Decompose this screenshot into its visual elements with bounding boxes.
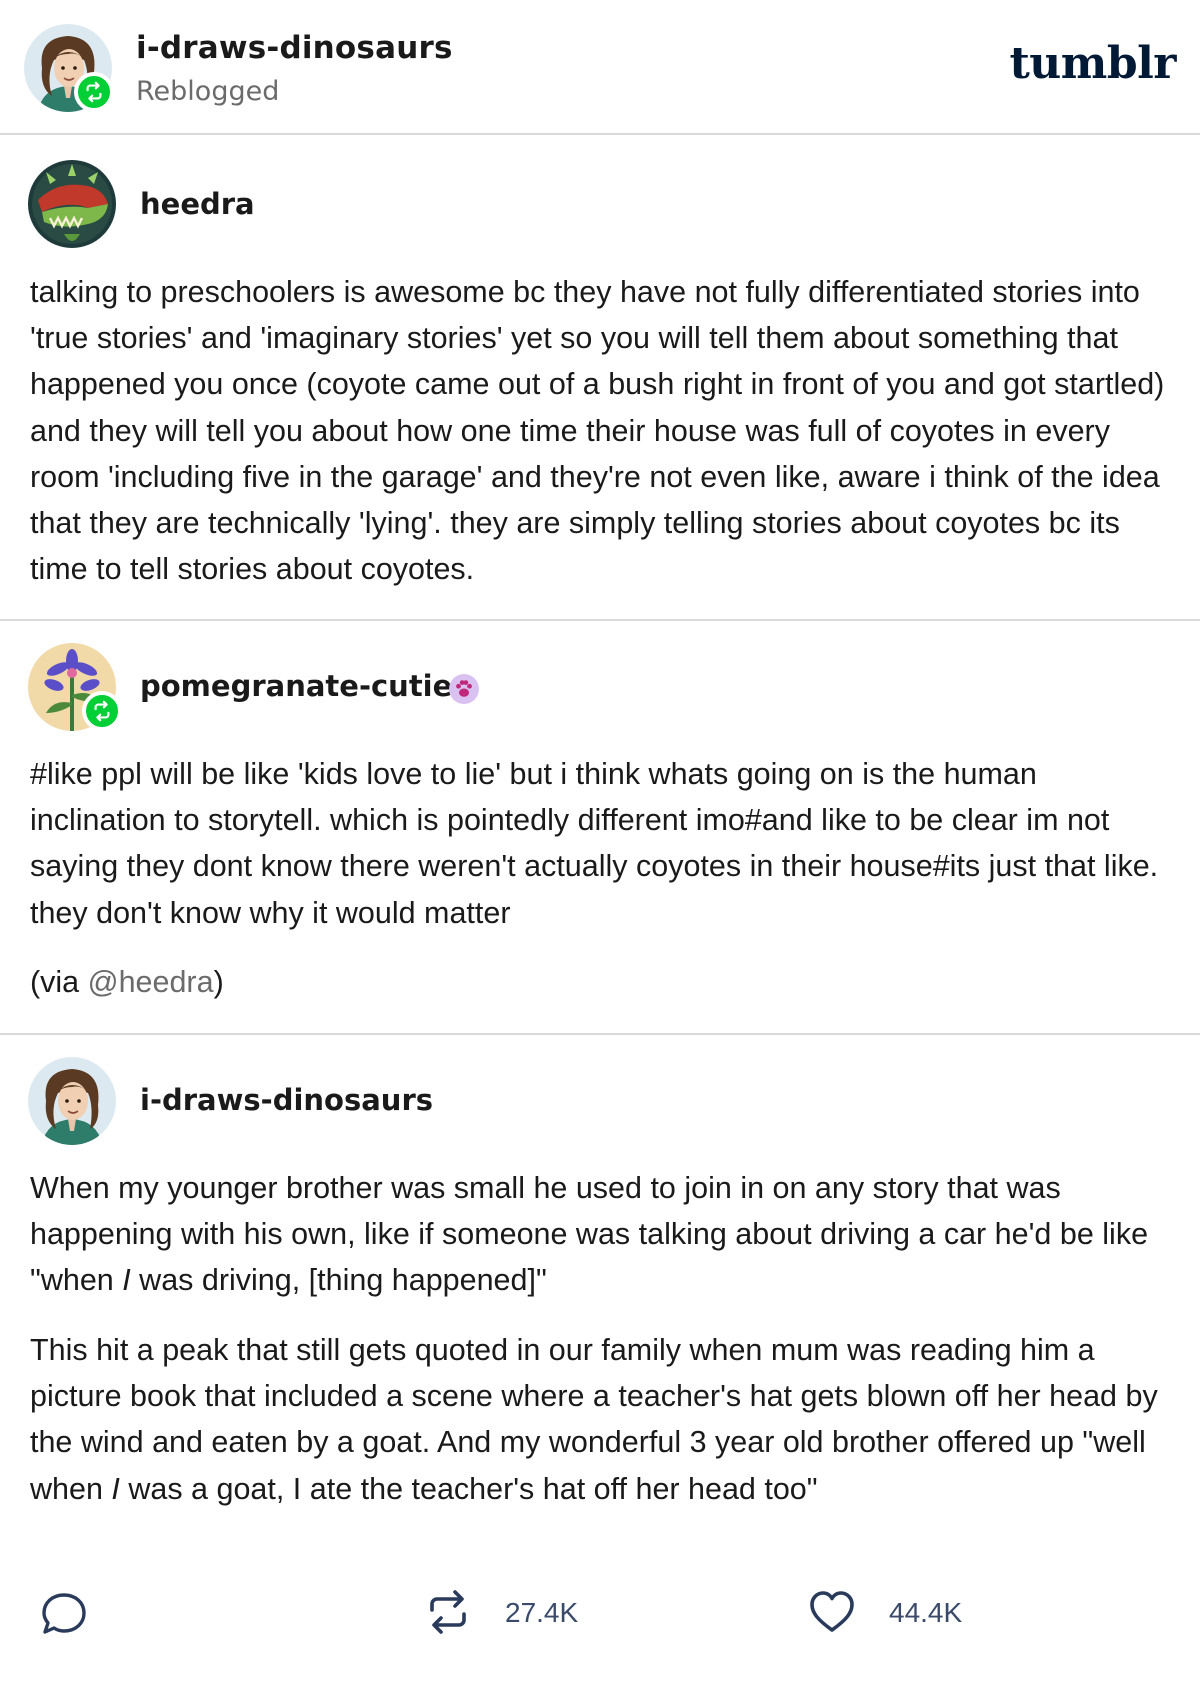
like-button[interactable]	[808, 1588, 856, 1640]
speech-bubble-icon	[42, 1593, 86, 1634]
paragraph-text: was a goat, I ate the teacher's hat off …	[119, 1471, 818, 1506]
reblog-button[interactable]	[424, 1588, 472, 1640]
reblogger-name[interactable]: i-draws-dinosaurs	[136, 30, 453, 66]
post-body-paragraph-1: When my younger brother was small he use…	[30, 1165, 1180, 1304]
paragraph-text: was driving, [thing happened]"	[130, 1263, 547, 1298]
post-body-text: talking to preschoolers is awesome bc th…	[30, 275, 1165, 587]
via-attribution: (via @heedra)	[30, 965, 224, 1000]
reblogged-label: Reblogged	[136, 76, 280, 107]
post-author-name[interactable]: i-draws-dinosaurs	[140, 1083, 433, 1117]
post-header: i-draws-dinosaurs Reblogged tumblr	[0, 0, 1200, 135]
post-divider	[0, 1033, 1200, 1035]
emphasis-text: I	[122, 1263, 131, 1298]
reblog-icon	[86, 81, 102, 103]
reblog-icon	[94, 700, 110, 722]
post-author-name[interactable]: pomegranate-cuties	[140, 669, 470, 703]
via-mention-link[interactable]: @heedra	[88, 965, 214, 999]
via-prefix: (via	[30, 965, 88, 999]
paw-icon	[449, 674, 479, 704]
paw-glyph	[456, 680, 472, 697]
reblog-badge	[82, 691, 122, 731]
via-suffix: )	[213, 965, 224, 999]
post-divider	[0, 619, 1200, 621]
i-draws-dinosaurs-avatar[interactable]	[28, 1057, 116, 1145]
plant-avatar-illustration	[28, 160, 116, 248]
heart-icon	[810, 1591, 854, 1632]
post-body-text: #like ppl will be like 'kids love to lie…	[30, 757, 1159, 930]
reblog-count: 27.4K	[505, 1597, 579, 1628]
reblog-badge	[74, 72, 114, 112]
emphasis-text: I	[111, 1471, 120, 1506]
like-count: 44.4K	[889, 1597, 963, 1628]
heedra-avatar[interactable]	[28, 160, 116, 248]
reply-button[interactable]	[40, 1590, 88, 1642]
tumblr-logo[interactable]: tumblr	[1009, 38, 1176, 89]
post-author-name[interactable]: heedra	[140, 187, 255, 221]
avatar-illustration	[28, 1057, 116, 1145]
reblogger-avatar[interactable]	[24, 24, 114, 114]
post-body-paragraph-2: This hit a peak that still gets quoted i…	[30, 1327, 1180, 1512]
reblog-icon	[430, 1590, 466, 1634]
